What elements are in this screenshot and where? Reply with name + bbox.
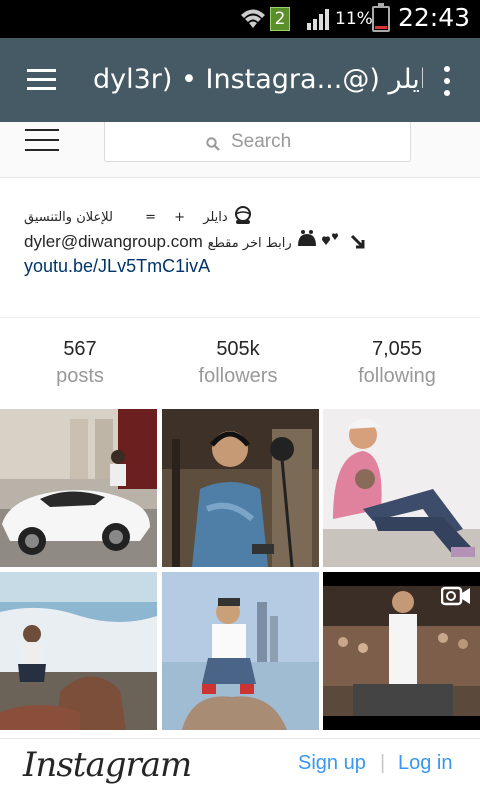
bottom-bar: Instagram Sign up | Log in: [0, 738, 480, 800]
grid-post-stage-video[interactable]: [323, 572, 480, 730]
stat-followers[interactable]: 505k followers: [158, 337, 318, 391]
stat-value: 567: [63, 338, 97, 360]
photo-grid: [0, 408, 480, 738]
overflow-menu-icon[interactable]: [442, 66, 452, 96]
bio-equals: =: [145, 210, 157, 225]
log-in-link[interactable]: Log in: [398, 752, 453, 775]
menu-icon[interactable]: [27, 69, 56, 90]
bio-latest-clip-text: رابط اخر مقطع: [207, 236, 292, 251]
page-title: dyl3r) • Instagra...@) دايلر: [93, 64, 423, 95]
signal-icon: [306, 8, 332, 34]
search-placeholder: Search: [231, 131, 292, 152]
bio-line-2: dyler@diwangroup.com رابط اخر مقطع: [24, 230, 368, 252]
status-bar: 2 11% 22:43: [0, 0, 480, 38]
grid-post-beach-photo[interactable]: [0, 572, 157, 730]
bio-plus: +: [174, 210, 186, 225]
video-camera-icon: [441, 585, 471, 607]
wifi-icon: [240, 6, 266, 34]
stat-following[interactable]: 7,055 following: [317, 337, 477, 391]
stat-posts[interactable]: 567 posts: [0, 337, 160, 391]
stat-label: posts: [56, 365, 104, 387]
stat-value: 505k: [216, 338, 260, 360]
bio-ads-text: للإعلان والتنسيق: [24, 210, 113, 225]
emoji-icons: [296, 230, 368, 251]
clock: 22:43: [398, 3, 471, 32]
battery-icon: [372, 3, 390, 32]
battery-percent: 11%: [335, 9, 373, 29]
hamburger-menu-icon[interactable]: [25, 129, 59, 153]
sim-badge: 2: [270, 7, 290, 31]
stat-label: followers: [198, 365, 278, 387]
globe-emoji-icon: [232, 206, 254, 225]
profile-bio: دايلر + = للإعلان والتنسيق dyler@diwangr…: [0, 178, 480, 318]
app-bar: dyl3r) • Instagra...@) دايلر: [0, 38, 480, 122]
bio-email[interactable]: dyler@diwangroup.com: [24, 232, 203, 251]
bio-line-1: دايلر + = للإعلان والتنسيق: [24, 205, 254, 225]
profile-stats: 567 posts 505k followers 7,055 following: [0, 319, 480, 407]
instagram-top-bar: Search: [0, 122, 480, 178]
separator: |: [380, 752, 386, 774]
search-input[interactable]: Search: [104, 122, 411, 162]
grid-post-studio-photo[interactable]: [162, 409, 319, 567]
sign-up-link[interactable]: Sign up: [298, 752, 366, 775]
instagram-logo[interactable]: Instagram: [23, 745, 192, 785]
grid-post-car-photo[interactable]: [0, 409, 157, 567]
stat-value: 7,055: [371, 338, 423, 360]
search-icon: [206, 136, 220, 155]
bio-link[interactable]: youtu.be/JLv5TmC1ivA: [24, 256, 210, 277]
stat-label: following: [358, 365, 436, 387]
grid-post-sitting-photo[interactable]: [323, 409, 480, 567]
bio-name: دايلر: [203, 210, 228, 225]
grid-post-city-photo[interactable]: [162, 572, 319, 730]
